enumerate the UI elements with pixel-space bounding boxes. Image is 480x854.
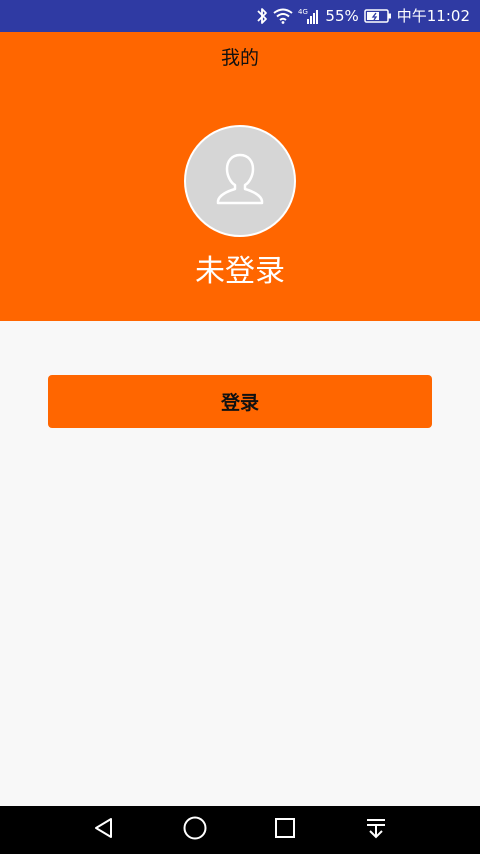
network-type-label: 4G — [298, 8, 308, 16]
avatar[interactable] — [184, 125, 296, 237]
user-silhouette-icon — [208, 147, 272, 215]
back-icon — [92, 816, 116, 844]
screen: 4G 55% 中午11:02 我的 未登录 登录 — [0, 0, 480, 854]
recents-icon — [273, 816, 297, 844]
battery-charging-icon — [364, 0, 392, 32]
nav-notification-button[interactable] — [346, 806, 406, 854]
status-bar: 4G 55% 中午11:02 — [0, 0, 480, 32]
page-title: 我的 — [220, 47, 259, 69]
bluetooth-icon — [256, 0, 268, 32]
cellular-signal-icon: 4G — [298, 0, 320, 32]
nav-home-button[interactable] — [165, 806, 225, 854]
login-button[interactable]: 登录 — [48, 375, 432, 428]
battery-percent: 55% — [325, 7, 359, 25]
nav-recents-button[interactable] — [255, 806, 315, 854]
navigation-bar — [0, 806, 480, 854]
login-status-label: 未登录 — [195, 254, 285, 289]
profile-header: 我的 未登录 — [0, 32, 480, 321]
notification-pull-down-icon — [364, 816, 388, 844]
clock: 中午11:02 — [396, 7, 470, 25]
wifi-icon — [273, 0, 294, 32]
nav-back-button[interactable] — [74, 806, 134, 854]
home-icon — [182, 815, 208, 845]
